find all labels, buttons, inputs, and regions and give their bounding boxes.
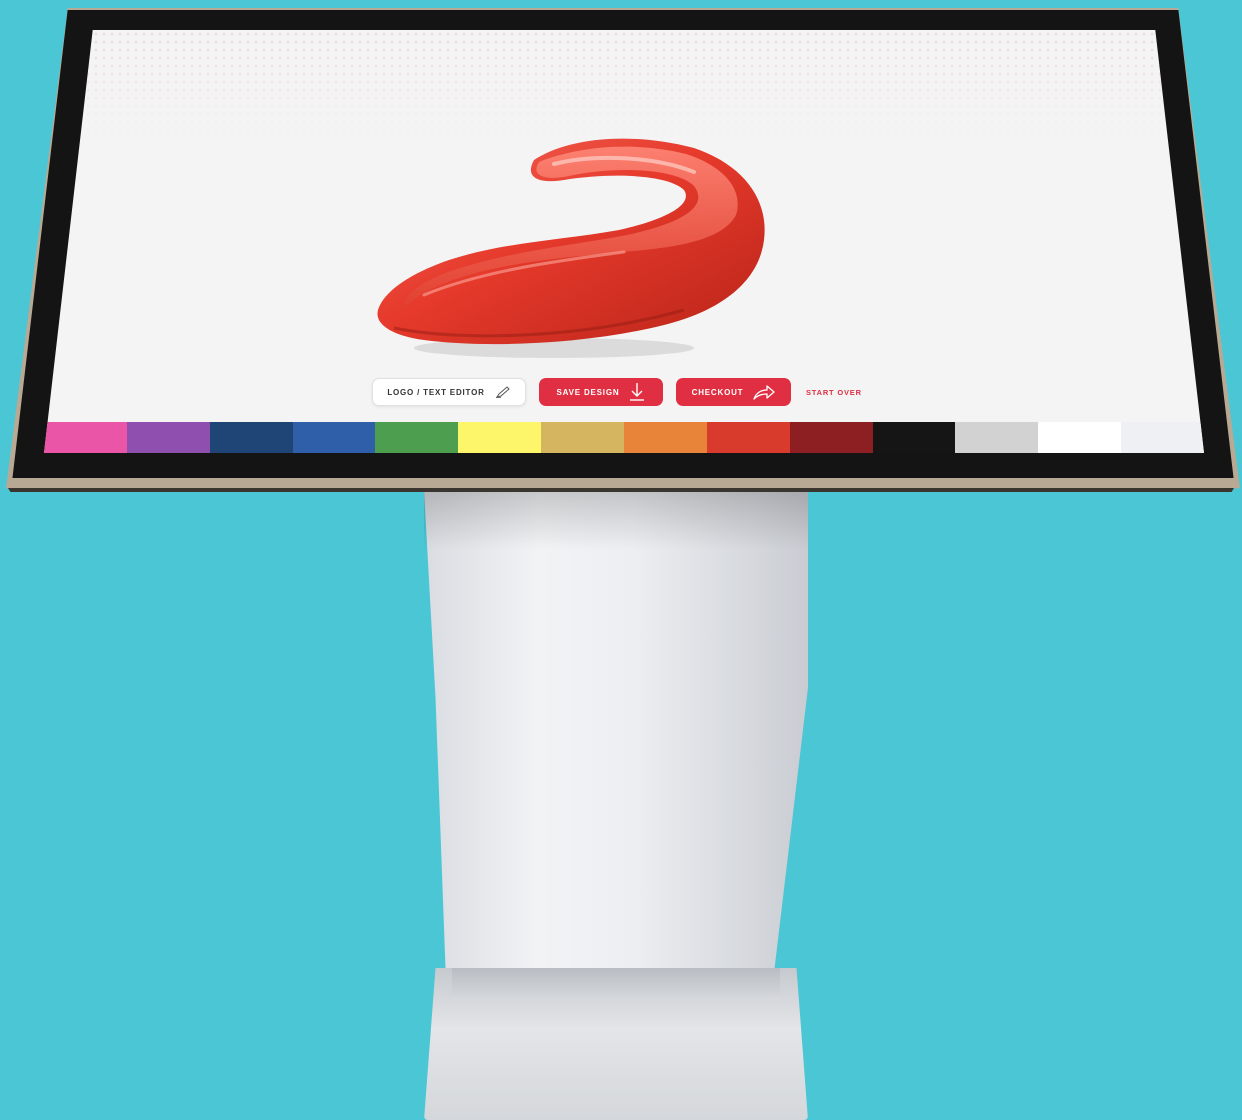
kiosk-stand-base-collar: [452, 968, 780, 1000]
color-swatch-yellow[interactable]: [458, 422, 542, 453]
kiosk-scene: LOGO / TEXT EDITOR SAVE DESIGN CHECKOUT: [0, 0, 1242, 1120]
color-swatch-purple[interactable]: [126, 422, 210, 453]
design-toolbar: LOGO / TEXT EDITOR SAVE DESIGN CHECKOUT: [44, 378, 1204, 412]
checkout-button[interactable]: CHECKOUT: [676, 378, 791, 406]
download-icon: [630, 383, 645, 401]
color-swatch-maroon[interactable]: [789, 422, 873, 453]
logo-text-editor-label: LOGO / TEXT EDITOR: [387, 387, 485, 397]
save-design-button[interactable]: SAVE DESIGN: [539, 378, 663, 406]
monitor-bottom-edge: [8, 488, 1234, 492]
kiosk-stand-column: [424, 490, 808, 1010]
touch-screen: LOGO / TEXT EDITOR SAVE DESIGN CHECKOUT: [44, 30, 1204, 453]
color-swatch-clear[interactable]: [1121, 422, 1204, 453]
start-over-link[interactable]: START OVER: [806, 378, 862, 406]
share-arrow-icon: [753, 385, 776, 400]
color-swatch-red[interactable]: [706, 422, 790, 453]
kiosk-stand-shadow: [424, 490, 808, 550]
color-swatch-pink[interactable]: [44, 422, 127, 453]
color-swatch-navy[interactable]: [209, 422, 293, 453]
mouthguard-model[interactable]: [364, 120, 784, 380]
color-swatch-silver[interactable]: [955, 422, 1039, 453]
pencil-icon: [495, 386, 510, 398]
color-palette: [44, 422, 1204, 453]
color-swatch-black[interactable]: [872, 422, 956, 453]
logo-text-editor-button[interactable]: LOGO / TEXT EDITOR: [372, 378, 526, 406]
checkout-label: CHECKOUT: [691, 387, 744, 397]
color-swatch-blue[interactable]: [292, 422, 376, 453]
color-swatch-white[interactable]: [1038, 422, 1122, 453]
color-swatch-orange[interactable]: [624, 422, 707, 453]
color-swatch-gold[interactable]: [541, 422, 625, 453]
color-swatch-green[interactable]: [375, 422, 459, 453]
product-3d-view[interactable]: [364, 120, 784, 380]
save-design-label: SAVE DESIGN: [556, 387, 620, 397]
